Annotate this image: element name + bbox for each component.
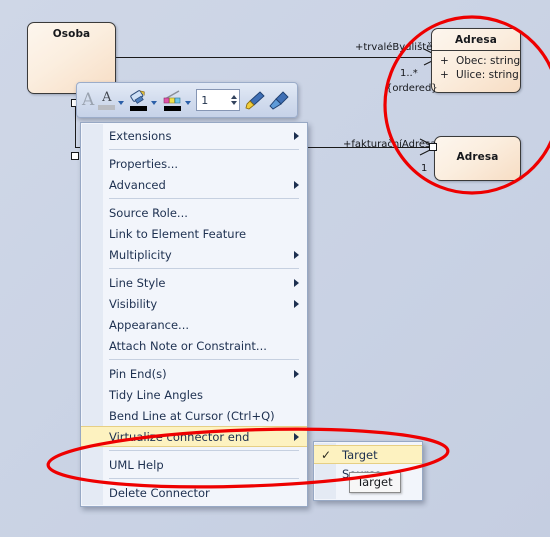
context-menu-item-multiplicity[interactable]: Multiplicity	[81, 244, 307, 265]
context-menu-item-link-to-element-feature[interactable]: Link to Element Feature	[81, 223, 307, 244]
fill-color-icon[interactable]	[127, 86, 150, 114]
context-menu-item-label: Pin End(s)	[109, 366, 167, 381]
context-menu-item-line-style[interactable]: Line Style	[81, 272, 307, 293]
context-menu-item-appearance[interactable]: Appearance...	[81, 314, 307, 335]
uml-class-adresa-bottom-title: Adresa	[456, 151, 499, 163]
context-menu-item-pin-end-s[interactable]: Pin End(s)	[81, 363, 307, 384]
tooltip: Target	[349, 472, 401, 493]
uml-class-adresa-bottom[interactable]: Adresa	[434, 136, 521, 181]
submenu-arrow-icon	[294, 369, 299, 378]
line-color-dropdown-arrow-icon[interactable]	[185, 101, 192, 105]
context-menu-item-label: Bend Line at Cursor (Ctrl+Q)	[109, 408, 275, 423]
submenu-arrow-icon	[294, 131, 299, 140]
context-menu-separator	[109, 198, 299, 199]
selection-handle-bottom[interactable]	[71, 152, 79, 160]
uml-class-adresa-top[interactable]: Adresa + Obec: string + Ulice: string	[431, 28, 521, 93]
context-menu-item-label: Advanced	[109, 177, 166, 192]
context-menu-item-advanced[interactable]: Advanced	[81, 174, 307, 195]
context-menu-item-label: Appearance...	[109, 317, 190, 332]
context-menu-separator	[109, 268, 299, 269]
context-menu-item-delete-connector[interactable]: Delete Connector	[81, 482, 307, 503]
connector-role-label-faktura[interactable]: +fakturačníAdresa	[343, 139, 436, 150]
submenu-item-target[interactable]: ✓ Target	[314, 445, 422, 464]
font-color-icon[interactable]: A	[96, 86, 117, 114]
line-style-glyph	[163, 89, 181, 103]
submenu-arrow-icon	[294, 299, 299, 308]
line-width-input[interactable]	[197, 90, 232, 110]
context-menu-item-label: Tidy Line Angles	[109, 387, 203, 402]
context-menu-item-label: Attach Note or Constraint...	[109, 338, 267, 353]
context-menu-item-tidy-line-angles[interactable]: Tidy Line Angles	[81, 384, 307, 405]
context-menu-item-label: Extensions	[109, 128, 172, 143]
context-menu-item-label: Delete Connector	[109, 485, 210, 500]
context-menu-separator	[109, 149, 299, 150]
context-menu-separator	[109, 450, 299, 451]
format-painter-icon[interactable]	[242, 86, 267, 114]
context-menu[interactable]: Extensions Properties... Advanced Source Ro…	[80, 122, 308, 507]
uml-class-adresa-top-title: Adresa	[455, 34, 497, 46]
uml-attribute-row: + Obec: string	[432, 54, 520, 68]
format-toolbar[interactable]: A A	[76, 82, 298, 118]
font-color-swatch	[98, 104, 116, 110]
attribute-visibility: +	[440, 69, 449, 81]
context-menu-item-label: Visibility	[109, 296, 158, 311]
context-menu-items: Extensions Properties... Advanced Source Ro…	[81, 125, 307, 503]
context-menu-separator	[109, 359, 299, 360]
context-menu-item-source-role[interactable]: Source Role...	[81, 202, 307, 223]
submenu-arrow-icon	[294, 250, 299, 259]
context-menu-item-attach-note-or-constraint[interactable]: Attach Note or Constraint...	[81, 335, 307, 356]
context-menu-item-label: Virtualize connector end	[109, 429, 250, 444]
fill-color-dropdown-arrow-icon[interactable]	[151, 101, 158, 105]
connector-multiplicity-trvale[interactable]: 1..*	[400, 68, 418, 79]
font-letter-glyph: A	[82, 89, 95, 110]
context-menu-item-properties[interactable]: Properties...	[81, 153, 307, 174]
context-menu-separator	[109, 478, 299, 479]
format-painter-glyph	[245, 90, 265, 110]
paint-bucket-glyph	[130, 89, 145, 104]
line-width-spin-buttons[interactable]	[231, 95, 238, 105]
spinner-up-icon[interactable]	[231, 95, 238, 99]
line-color-swatch	[163, 105, 181, 111]
submenu-arrow-icon	[294, 180, 299, 189]
eyedropper-glyph	[269, 90, 289, 110]
attribute-text: Obec: string	[456, 55, 521, 67]
font-icon[interactable]: A	[80, 86, 96, 114]
context-menu-item-label: Multiplicity	[109, 247, 172, 262]
connector-line-trvale-horizontal[interactable]	[116, 57, 436, 58]
line-color-icon[interactable]	[160, 86, 184, 114]
connector-constraint-trvale[interactable]: {ordered}	[386, 83, 438, 94]
fill-color-swatch	[130, 105, 148, 111]
font-color-dropdown-arrow-icon[interactable]	[118, 101, 125, 105]
context-menu-item-label: Line Style	[109, 275, 166, 290]
uml-attribute-row: + Ulice: string	[432, 68, 520, 82]
context-menu-item-label: UML Help	[109, 457, 164, 472]
uml-class-adresa-top-attributes: + Obec: string + Ulice: string	[432, 51, 520, 86]
eyedropper-icon[interactable]	[267, 86, 291, 114]
context-menu-item-uml-help[interactable]: UML Help	[81, 454, 307, 475]
submenu-item-label: Target	[342, 447, 378, 462]
context-menu-item-label: Properties...	[109, 156, 179, 171]
selection-handle-target-end[interactable]	[429, 143, 437, 151]
submenu-arrow-icon	[294, 278, 299, 287]
font-color-letter-glyph: A	[102, 89, 112, 105]
attribute-visibility: +	[440, 55, 449, 67]
submenu-arrow-icon	[294, 432, 299, 441]
spinner-down-icon[interactable]	[231, 101, 238, 105]
context-menu-item-bend-line-at-cursor-ctrl-q[interactable]: Bend Line at Cursor (Ctrl+Q)	[81, 405, 307, 426]
connector-multiplicity-faktura[interactable]: 1	[421, 163, 427, 174]
uml-class-osoba-title: Osoba	[52, 28, 91, 40]
context-menu-item-label: Source Role...	[109, 205, 188, 220]
context-menu-item-label: Link to Element Feature	[109, 226, 247, 241]
context-menu-item-extensions[interactable]: Extensions	[81, 125, 307, 146]
attribute-text: Ulice: string	[456, 69, 519, 81]
context-menu-item-virtualize-connector-end[interactable]: Virtualize connector end	[81, 426, 307, 447]
connector-role-label-trvale[interactable]: +trvaléBydliště	[355, 42, 432, 53]
context-menu-item-visibility[interactable]: Visibility	[81, 293, 307, 314]
line-width-stepper[interactable]	[196, 89, 241, 111]
checkmark-icon: ✓	[321, 447, 332, 462]
